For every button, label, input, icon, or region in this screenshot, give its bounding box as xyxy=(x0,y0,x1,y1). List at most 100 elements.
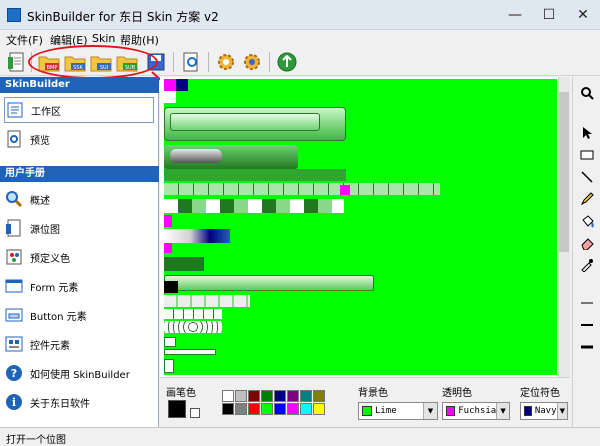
pen-color-secondary[interactable] xyxy=(190,408,200,418)
info-icon: i xyxy=(4,392,24,412)
bitmap-icon xyxy=(4,218,24,238)
background-color-label: 背景色 xyxy=(358,388,388,399)
sidebar-item-label: 源位图 xyxy=(30,224,60,236)
button-element-icon xyxy=(4,305,24,325)
tool-palette xyxy=(572,77,600,427)
palette-icon xyxy=(4,247,24,267)
sidebar-section-manual: 用户手册 xyxy=(0,166,159,182)
pen-color-primary[interactable] xyxy=(168,400,186,418)
maximize-button[interactable]: ☐ xyxy=(532,0,566,30)
transparent-color-select[interactable]: Fuchsia ▼ xyxy=(442,402,510,420)
anchor-color-select[interactable]: Navy ▼ xyxy=(520,402,568,420)
scrollbar-thumb[interactable] xyxy=(559,92,569,252)
settings-gear-icon[interactable] xyxy=(215,51,237,73)
skin-dark-block xyxy=(164,257,204,271)
anchor-color-chip xyxy=(524,406,532,416)
sidebar-item-workspace[interactable]: 工作区 xyxy=(4,97,154,123)
eraser-icon[interactable] xyxy=(579,235,595,251)
palette-swatch[interactable] xyxy=(274,390,286,402)
svg-text:i: i xyxy=(12,396,16,409)
skin-fuchsia-marker xyxy=(164,243,172,253)
sidebar-item-label: 如何使用 SkinBuilder xyxy=(30,369,130,381)
sidebar-item-label: 关于东日软件 xyxy=(30,398,90,410)
line-width-thick-icon[interactable] xyxy=(579,339,595,355)
fill-bucket-icon[interactable] xyxy=(579,213,595,229)
background-color-chip xyxy=(362,406,372,416)
skin-color-row xyxy=(164,199,344,213)
sidebar-item-predefined-colors[interactable]: 预定义色 xyxy=(4,244,154,270)
transparent-color-value: Fuchsia xyxy=(458,406,497,416)
background-color-select[interactable]: Lime ▼ xyxy=(358,402,438,420)
highlight-oval xyxy=(28,45,158,79)
swatch-navy xyxy=(176,79,188,91)
sidebar-item-how-to-use[interactable]: ? 如何使用 SkinBuilder xyxy=(4,360,154,386)
upload-globe-icon[interactable] xyxy=(276,51,298,73)
skin-black-block xyxy=(164,281,178,293)
palette-swatch[interactable] xyxy=(235,403,247,415)
pen-color-label: 画笔色 xyxy=(166,388,196,399)
palette-swatch[interactable] xyxy=(222,390,234,402)
window-title: SkinBuilder for 东日 Skin 方案 v2 xyxy=(27,10,219,24)
magnifier-icon xyxy=(4,189,24,209)
transparent-color-chip xyxy=(446,406,456,416)
palette-swatch[interactable] xyxy=(313,390,325,402)
sidebar-item-about[interactable]: i 关于东日软件 xyxy=(4,389,154,415)
line-width-medium-icon[interactable] xyxy=(579,317,595,333)
close-button[interactable]: ✕ xyxy=(566,0,600,30)
zoom-icon[interactable] xyxy=(579,85,595,101)
palette-swatch[interactable] xyxy=(300,390,312,402)
form-icon xyxy=(4,276,24,296)
palette-swatch[interactable] xyxy=(261,403,273,415)
preview-icon xyxy=(4,129,24,149)
skin-radio-row xyxy=(164,321,222,333)
app-icon xyxy=(7,8,21,22)
sidebar-item-form-element[interactable]: Form 元素 xyxy=(4,273,154,299)
pointer-icon[interactable] xyxy=(579,125,595,141)
line-width-thin-icon[interactable] xyxy=(579,295,595,311)
palette-swatch[interactable] xyxy=(222,403,234,415)
workspace-icon xyxy=(5,100,25,120)
menu-file[interactable]: 文件(F) xyxy=(6,32,43,48)
sidebar-item-button-element[interactable]: Button 元素 xyxy=(4,302,154,328)
sidebar-item-preview[interactable]: 预览 xyxy=(4,126,154,152)
rectangle-icon[interactable] xyxy=(579,147,595,163)
preview-page-icon[interactable] xyxy=(180,51,202,73)
skin-scroll-arrow xyxy=(164,337,176,347)
anchor-color-value: Navy xyxy=(534,406,557,416)
skin-blue-strip xyxy=(164,229,230,243)
bitmap-canvas[interactable] xyxy=(164,79,557,375)
color-panel: 画笔色 背景色 Lime ▼ 透明色 Fuchsia ▼ 定位符色 Navy ▼ xyxy=(160,377,570,427)
skin-buttons-row xyxy=(164,183,440,195)
sidebar-item-source-bitmap[interactable]: 源位图 xyxy=(4,215,154,241)
palette-swatch[interactable] xyxy=(313,403,325,415)
skin-titlebar xyxy=(170,113,320,131)
palette-swatch[interactable] xyxy=(287,390,299,402)
palette-swatch[interactable] xyxy=(261,390,273,402)
line-icon[interactable] xyxy=(579,169,595,185)
sidebar-item-label: 预定义色 xyxy=(30,253,70,265)
palette-swatch[interactable] xyxy=(248,390,260,402)
menu-skin[interactable]: Skin xyxy=(92,32,115,45)
palette-swatch[interactable] xyxy=(300,403,312,415)
sidebar-item-label: 控件元素 xyxy=(30,340,70,352)
chevron-down-icon: ▼ xyxy=(556,403,567,419)
chevron-down-icon: ▼ xyxy=(423,403,437,419)
menu-help[interactable]: 帮助(H) xyxy=(120,32,159,48)
palette-swatch[interactable] xyxy=(235,390,247,402)
status-bar: 打开一个位图 xyxy=(0,427,600,446)
build-gear-icon[interactable] xyxy=(241,51,263,73)
sidebar-item-overview[interactable]: 概述 xyxy=(4,186,154,212)
sidebar-item-label: Form 元素 xyxy=(30,282,79,294)
skin-progress-knob xyxy=(170,149,222,163)
palette-swatch[interactable] xyxy=(287,403,299,415)
eyedropper-icon[interactable] xyxy=(579,257,595,273)
transparent-color-label: 透明色 xyxy=(442,388,472,399)
sidebar-item-control-element[interactable]: 控件元素 xyxy=(4,331,154,357)
skin-checkbox-row xyxy=(164,295,250,307)
palette-swatch[interactable] xyxy=(248,403,260,415)
background-color-value: Lime xyxy=(375,406,397,416)
palette-swatch[interactable] xyxy=(274,403,286,415)
new-project-icon[interactable] xyxy=(6,51,28,73)
pencil-icon[interactable] xyxy=(579,191,595,207)
minimize-button[interactable]: — xyxy=(498,0,532,30)
